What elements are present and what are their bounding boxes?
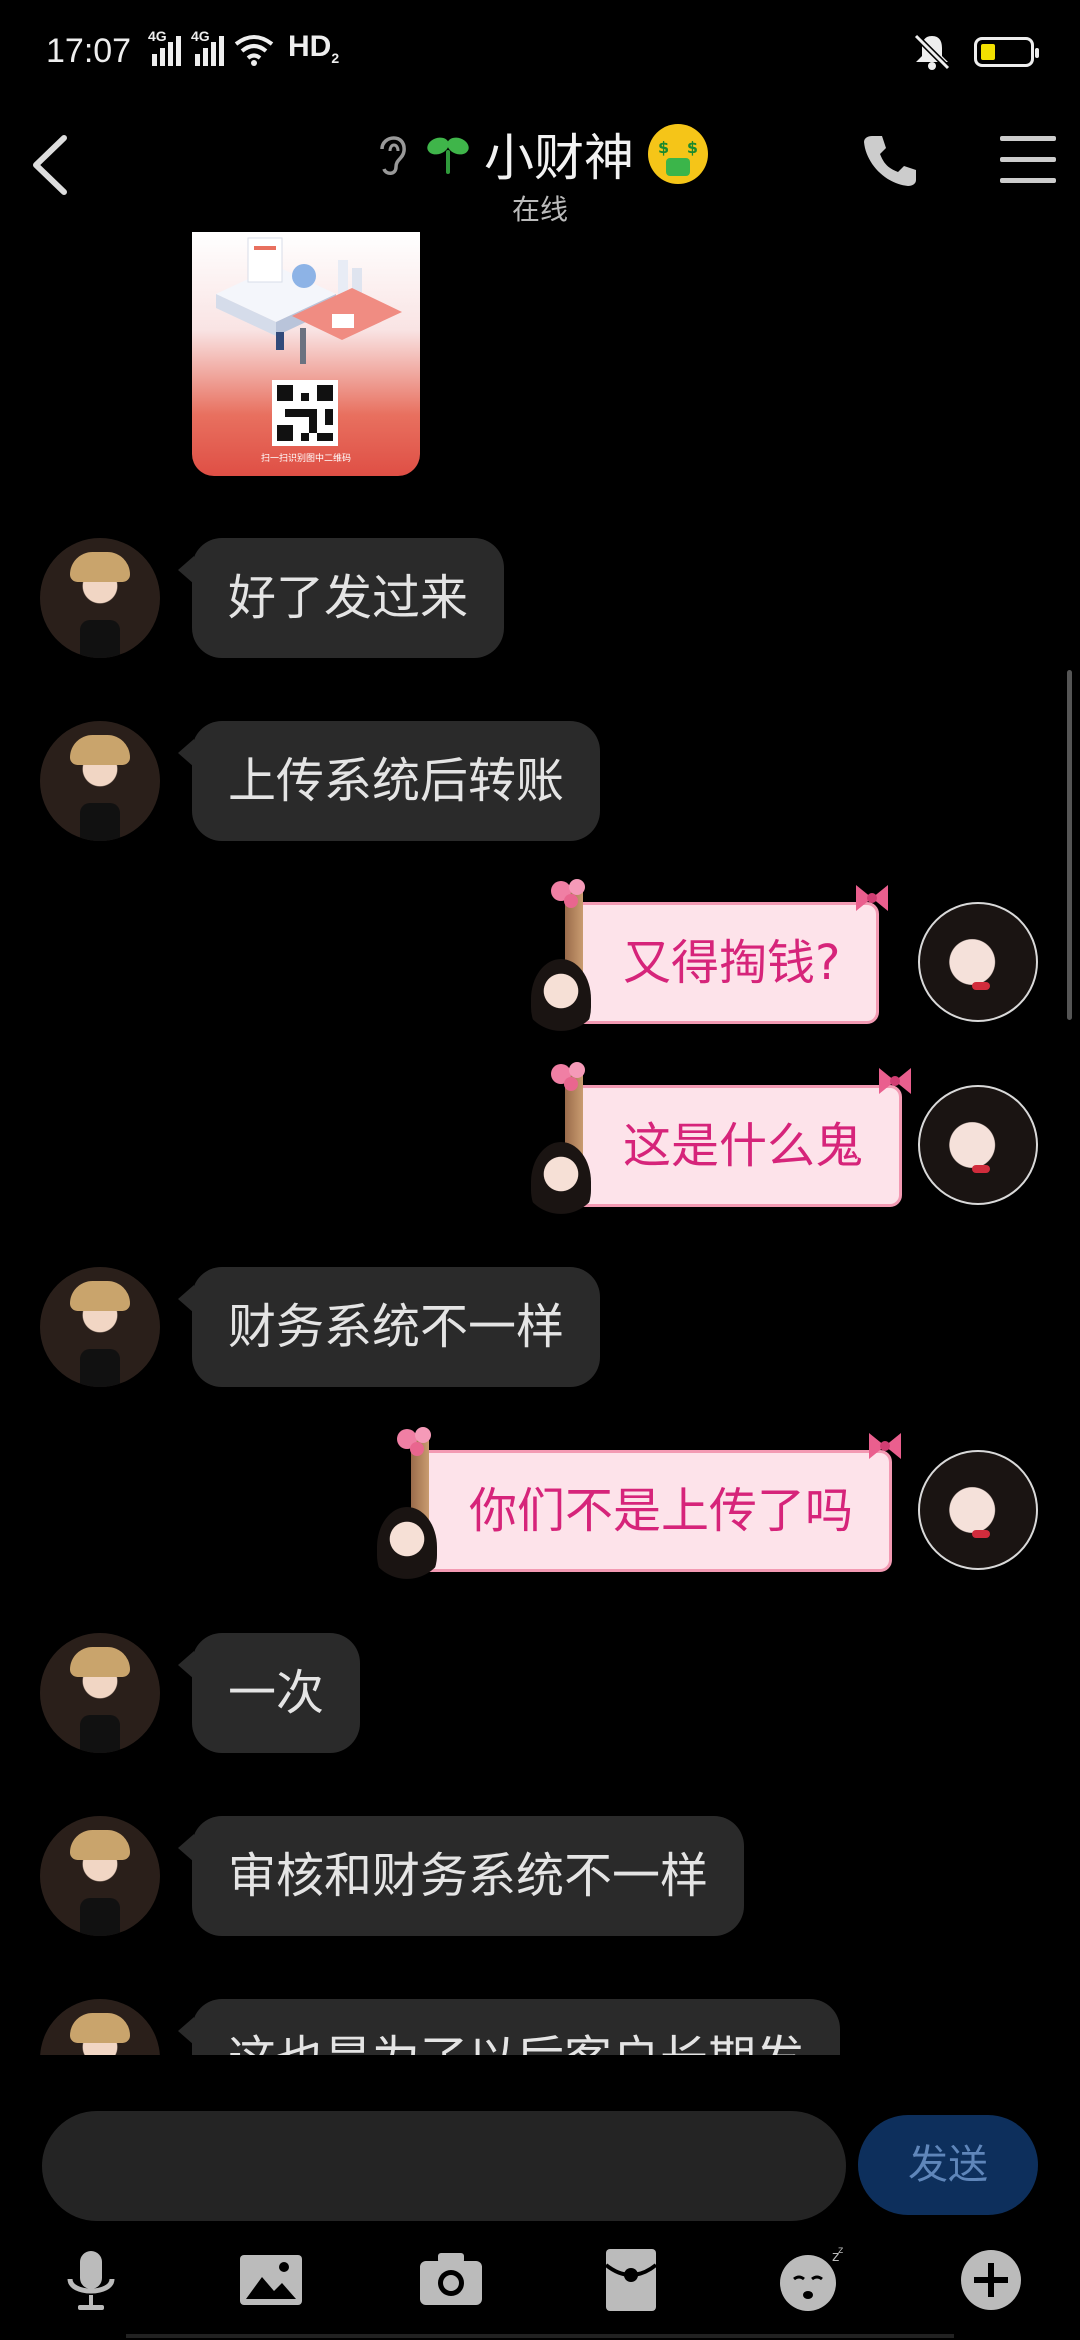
composer: 发送 [0, 2055, 1080, 2225]
contact-avatar[interactable] [40, 721, 160, 841]
home-indicator [126, 2334, 954, 2338]
microphone-icon[interactable] [56, 2245, 126, 2315]
chat-header: 小财神 $ $ 在线 [0, 100, 1080, 230]
phone-call-icon[interactable] [860, 130, 920, 190]
red-packet-icon[interactable] [596, 2245, 666, 2315]
camera-icon[interactable] [416, 2245, 486, 2315]
flower-icon [397, 1427, 431, 1456]
message-text: 这是什么鬼 [623, 1118, 864, 1174]
flower-icon [551, 1062, 585, 1091]
incoming-message[interactable]: 一次 [177, 1633, 361, 1753]
outgoing-message[interactable]: 你们不是上传了吗 [377, 1427, 902, 1587]
mute-vibrate-icon [913, 33, 951, 71]
contact-name: 小财神 [484, 129, 634, 187]
emoji-icon[interactable]: z z [776, 2245, 846, 2315]
isometric-illustration [216, 237, 402, 364]
flower-icon [551, 879, 585, 908]
outgoing-message[interactable]: 这是什么鬼 [531, 1062, 912, 1222]
bow-icon [879, 1068, 912, 1094]
incoming-message[interactable]: 这也是为了以后客户长期发 [177, 1999, 841, 2055]
money-mouth-emoji-icon: $ $ [648, 124, 708, 184]
image-icon[interactable] [236, 2245, 306, 2315]
incoming-message[interactable]: 财务系统不一样 [177, 1267, 601, 1387]
sticker-avatar [531, 1142, 591, 1222]
send-button[interactable]: 发送 [858, 2115, 1038, 2215]
incoming-message[interactable]: 上传系统后转账 [177, 721, 601, 841]
contact-avatar[interactable] [40, 1999, 160, 2055]
clock: 17:07 [46, 32, 132, 70]
battery-icon [974, 37, 1039, 67]
contact-avatar[interactable] [40, 1267, 160, 1387]
incoming-message[interactable]: 审核和财务系统不一样 [177, 1816, 745, 1936]
menu-icon[interactable] [1000, 136, 1056, 186]
signal-2-icon: 4G [191, 28, 224, 66]
bottom-toolbar: z z [0, 2225, 1080, 2340]
network-indicators: 4G 4G HD2 [148, 28, 340, 66]
message-input[interactable] [42, 2111, 846, 2221]
image-caption: 扫一扫识别图中二维码 [260, 454, 351, 464]
my-avatar[interactable] [918, 1085, 1038, 1205]
image-message[interactable]: 扫一扫识别图中二维码 [192, 232, 420, 476]
outgoing-message[interactable]: 又得掏钱? [531, 879, 889, 1039]
wifi-icon [234, 35, 274, 66]
contact-avatar[interactable] [40, 538, 160, 658]
my-avatar[interactable] [918, 1450, 1038, 1570]
sticker-avatar [377, 1507, 437, 1587]
sprout-icon [427, 137, 469, 174]
message-list[interactable]: 扫一扫识别图中二维码 好了发过来 上传系统后转账 又得掏钱? 这是什么鬼 财务系… [0, 230, 1080, 2055]
message-text: 又得掏钱? [623, 935, 841, 991]
sticker-avatar [531, 959, 591, 1039]
bow-icon [869, 1433, 902, 1459]
hd-indicator: HD2 [288, 30, 340, 66]
status-bar: 17:07 4G 4G HD2 [0, 0, 1080, 100]
contact-title[interactable]: 小财神 $ $ [372, 118, 708, 190]
scrollbar[interactable] [1067, 670, 1072, 1020]
qr-code[interactable] [272, 380, 338, 446]
incoming-message[interactable]: 好了发过来 [177, 538, 505, 658]
my-avatar[interactable] [918, 902, 1038, 1022]
ear-icon [380, 136, 406, 175]
contact-avatar[interactable] [40, 1816, 160, 1936]
plus-icon[interactable] [956, 2245, 1026, 2315]
signal-1-icon: 4G [148, 28, 181, 66]
contact-avatar[interactable] [40, 1633, 160, 1753]
bow-icon [856, 885, 889, 911]
online-status: 在线 [511, 193, 568, 226]
message-text: 你们不是上传了吗 [469, 1483, 854, 1539]
svg-text:z: z [838, 2245, 843, 2256]
